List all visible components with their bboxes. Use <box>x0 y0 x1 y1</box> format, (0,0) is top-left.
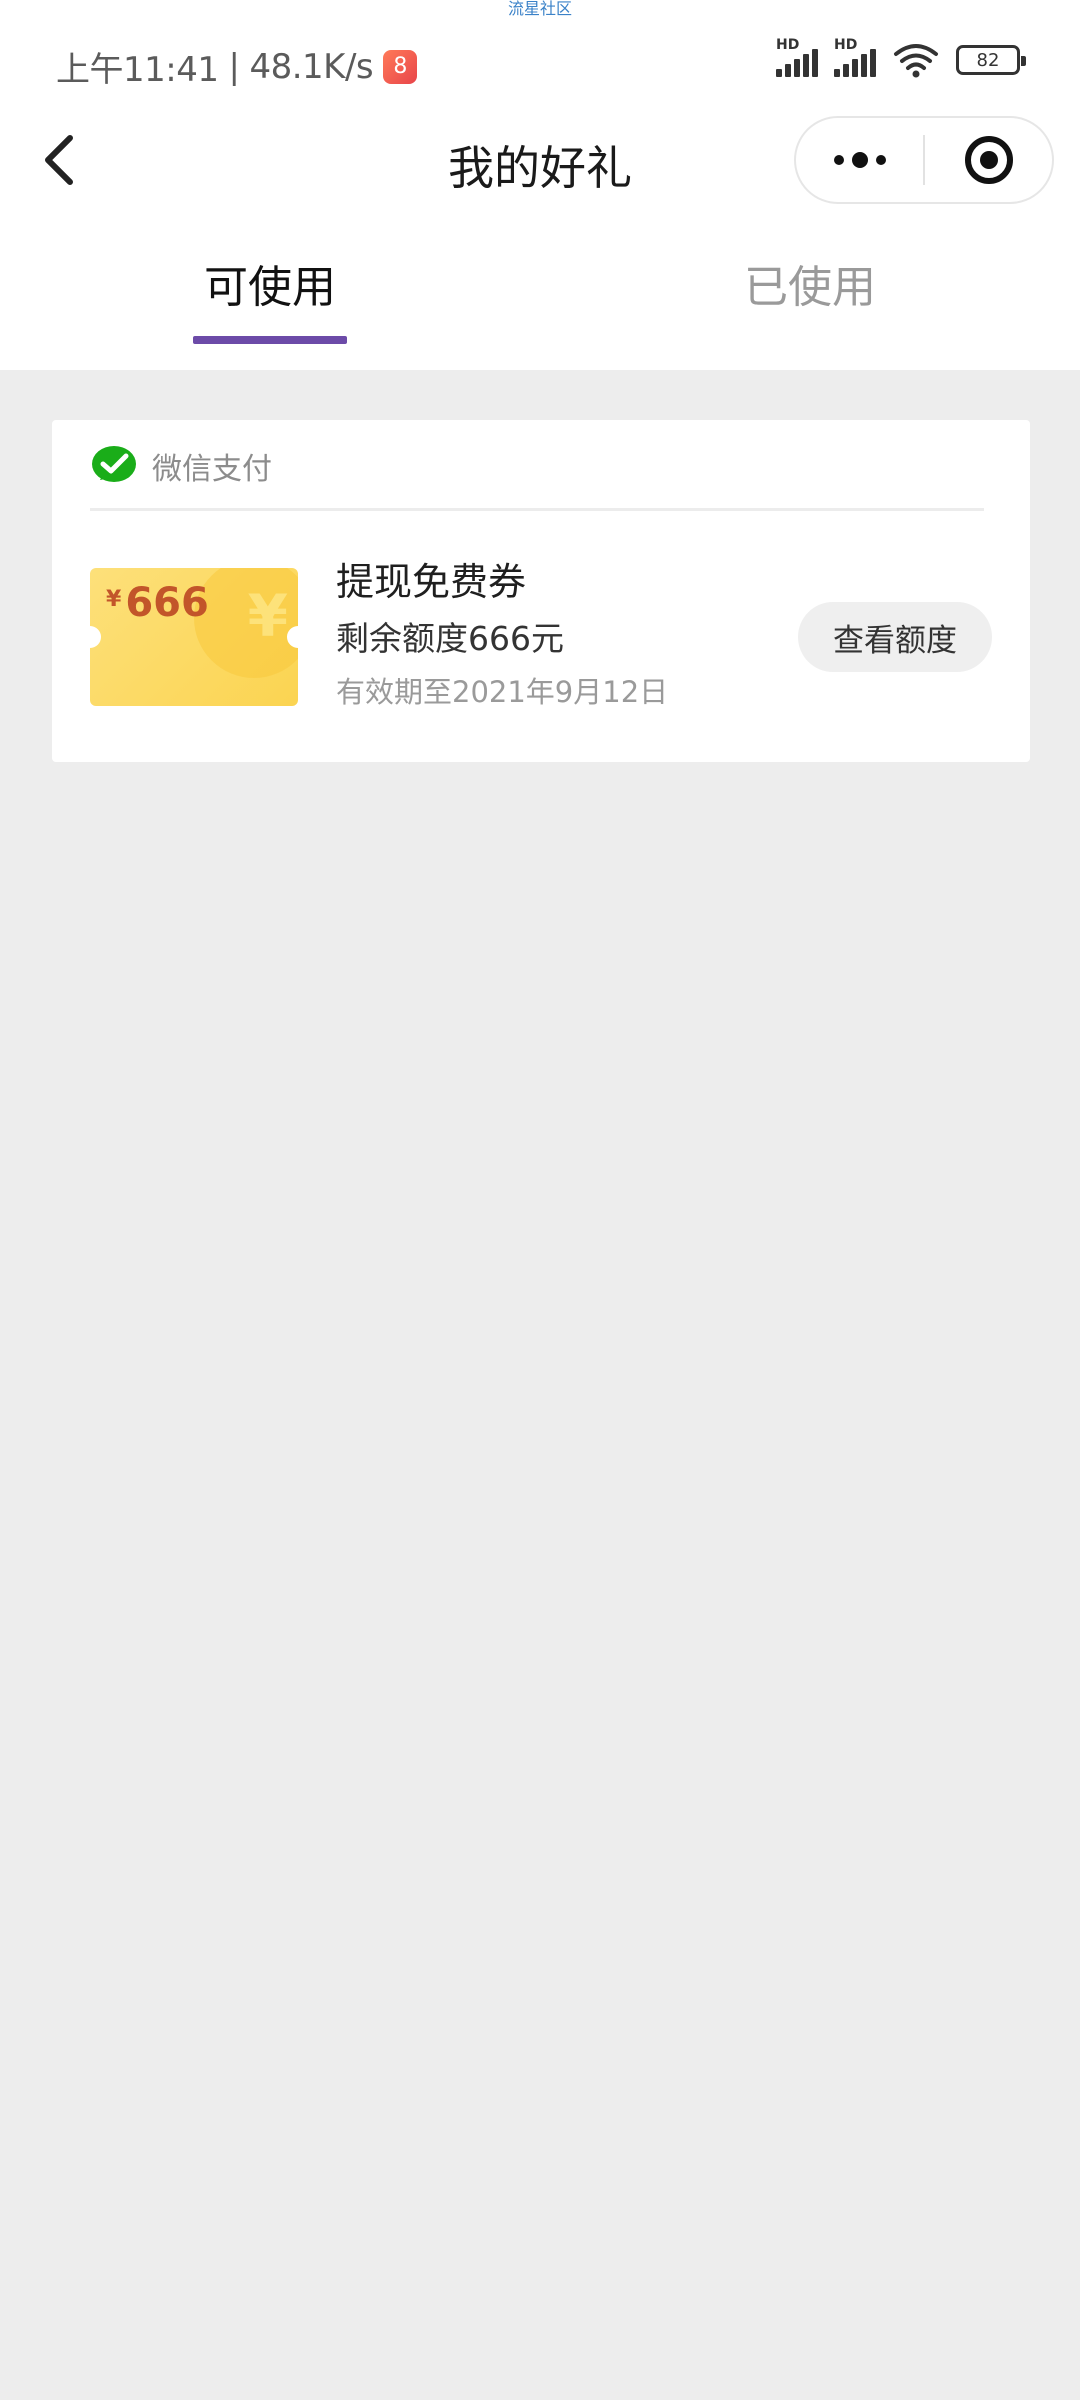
tab-bar: 可使用 已使用 <box>0 240 1080 350</box>
coupon-currency: ¥ <box>106 587 122 612</box>
source-label: 微信支付 <box>152 452 272 487</box>
status-net-speed: 48.1K/s <box>249 46 374 87</box>
status-separator: | <box>228 46 240 87</box>
signal-icon: HD <box>776 37 818 77</box>
signal-icon: HD <box>834 37 876 77</box>
status-right: HD HD 82 <box>776 37 1026 78</box>
coupon-notch-left <box>90 626 101 648</box>
active-tab-indicator <box>193 336 347 344</box>
card-source-header: 微信支付 <box>90 444 272 488</box>
battery-icon: 82 <box>956 45 1026 75</box>
page: 流星社区 上午11:41 | 48.1K/s 8 HD HD 82 我的好礼 可… <box>0 0 1080 2400</box>
view-quota-button[interactable]: 查看额度 <box>798 602 992 672</box>
coupon-info: 提现免费券 剩余额度666元 有效期至2021年9月12日 <box>336 556 668 714</box>
coupon-title: 提现免费券 <box>336 560 527 604</box>
coupon-card: 微信支付 ¥ ¥ 666 提现免费券 剩余额度666元 有效期至2021年9月1… <box>52 420 1030 762</box>
status-left: 上午11:41 | 48.1K/s 8 <box>56 42 418 91</box>
card-divider <box>90 508 984 511</box>
watermark-text: 流星社区 <box>507 0 572 18</box>
coupon-expiry: 有效期至2021年9月12日 <box>336 675 669 709</box>
navigation-bar: 我的好礼 <box>0 110 1080 210</box>
mini-program-capsule <box>794 116 1054 204</box>
more-dots-icon <box>833 152 886 168</box>
status-time: 上午11:41 <box>56 50 219 90</box>
coupon-amount: ¥ 666 <box>106 580 209 626</box>
tab-available[interactable]: 可使用 <box>150 260 390 316</box>
wechat-pay-icon <box>92 446 136 482</box>
close-mini-program-button[interactable] <box>925 118 1052 202</box>
more-button[interactable] <box>796 118 923 202</box>
coupon-value: 666 <box>125 580 209 626</box>
status-bar: 上午11:41 | 48.1K/s 8 HD HD 82 <box>0 34 1080 94</box>
target-circle-icon <box>964 136 1013 184</box>
signal-hd-label: HD <box>776 37 800 53</box>
wifi-icon <box>892 42 940 78</box>
app-notification-icon: 8 <box>383 49 418 84</box>
signal-hd-label: HD <box>834 37 858 53</box>
header-area: 流星社区 上午11:41 | 48.1K/s 8 HD HD 82 我的好礼 可… <box>0 0 1080 370</box>
coupon-thumbnail: ¥ ¥ 666 <box>90 568 298 706</box>
coupon-remaining: 剩余额度666元 <box>336 619 564 658</box>
battery-level: 82 <box>976 49 1000 71</box>
tab-used[interactable]: 已使用 <box>690 260 930 316</box>
yen-watermark-icon: ¥ <box>247 582 288 650</box>
